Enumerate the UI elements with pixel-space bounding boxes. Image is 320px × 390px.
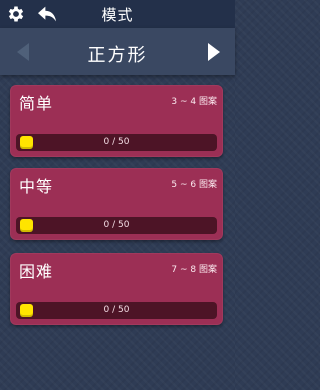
- level-card-easy[interactable]: 简单 3 ~ 4 图案 0 / 50: [10, 85, 223, 157]
- level-name: 困难: [19, 262, 54, 281]
- progress-text: 0 / 50: [103, 137, 130, 147]
- level-name: 简单: [19, 94, 54, 113]
- progress-bar: 0 / 50: [16, 302, 217, 319]
- level-card-hard[interactable]: 困难 7 ~ 8 图案 0 / 50: [10, 253, 223, 325]
- page-title: 模式: [101, 6, 134, 24]
- triangle-right-icon: [208, 43, 220, 61]
- next-mode-button[interactable]: [203, 40, 225, 64]
- top-bar: 模式: [0, 0, 235, 28]
- pattern-range: 5 ~ 6 图案: [171, 180, 217, 190]
- pattern-range: 3 ~ 4 图案: [171, 97, 217, 107]
- progress-text: 0 / 50: [103, 305, 130, 315]
- progress-bar: 0 / 50: [16, 134, 217, 151]
- pattern-range: 7 ~ 8 图案: [171, 265, 217, 275]
- mode-name: 正方形: [87, 45, 148, 66]
- progress-bar: 0 / 50: [16, 217, 217, 234]
- progress-text: 0 / 50: [103, 220, 130, 230]
- level-card-medium[interactable]: 中等 5 ~ 6 图案 0 / 50: [10, 168, 223, 240]
- mode-selector: 正方形: [0, 28, 235, 75]
- level-name: 中等: [19, 177, 54, 196]
